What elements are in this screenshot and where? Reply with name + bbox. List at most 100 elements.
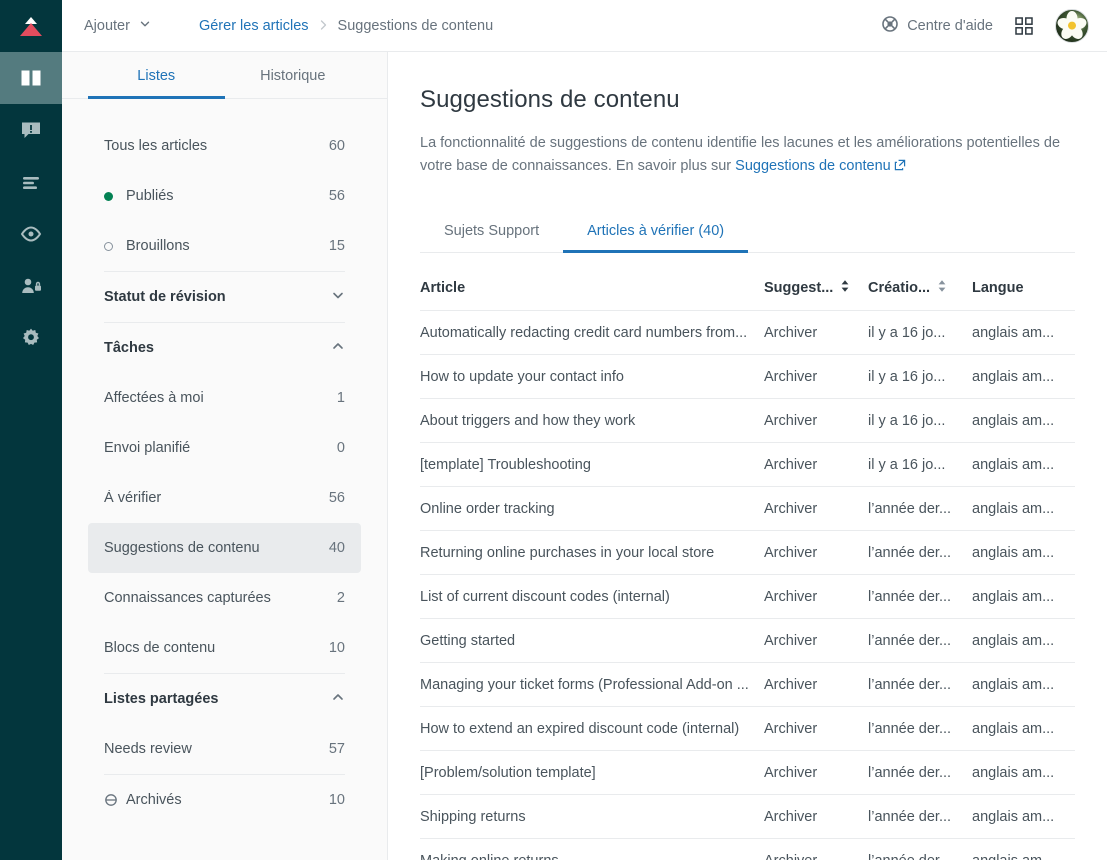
- rail-item-permissions[interactable]: [0, 260, 62, 312]
- table-row[interactable]: Making online returnsArchiverl’année der…: [420, 838, 1075, 860]
- table-row[interactable]: List of current discount codes (internal…: [420, 574, 1075, 619]
- list-item-tous-les-articles[interactable]: Tous les articles 60: [88, 121, 361, 171]
- list-item-connaissances-captur-es[interactable]: Connaissances capturées 2: [88, 573, 361, 623]
- article-title-cell[interactable]: [template] Troubleshooting: [420, 442, 764, 487]
- table-row[interactable]: About triggers and how they work Archiver…: [420, 398, 1075, 443]
- language-cell: anglais am...: [972, 442, 1075, 487]
- lists-tab-listes[interactable]: Listes: [88, 52, 225, 99]
- top-bar: Ajouter Gérer les articles Suggestions d…: [62, 0, 1107, 52]
- table-row[interactable]: Shipping returns Archiver l’année der... an…: [420, 794, 1075, 839]
- rail-item-announcements[interactable]: [0, 104, 62, 156]
- language-cell: anglais am...: [972, 794, 1075, 839]
- learn-more-link[interactable]: Suggestions de contenu: [735, 158, 891, 174]
- article-title-cell[interactable]: About triggers and how they work: [420, 398, 764, 443]
- rail-item-settings[interactable]: [0, 312, 62, 364]
- table-header-cr-atio-[interactable]: Créatio...: [868, 265, 972, 311]
- table-row[interactable]: Online order tracking Archiver l’année der…: [420, 486, 1075, 531]
- language-cell: anglais am...: [972, 574, 1075, 619]
- list-item-suggestions-de-contenu[interactable]: Suggestions de contenu 40: [88, 523, 361, 573]
- table-row[interactable]: [Problem/solution template] Archiver l’ann…: [420, 750, 1075, 795]
- suggestion-cell: Archiver: [764, 662, 868, 707]
- creation-date-cell: l’année der...: [868, 486, 972, 531]
- language-cell: anglais am...: [972, 530, 1075, 575]
- table-header-langue: Langue: [972, 265, 1075, 311]
- list-item-brouillons[interactable]: Brouillons 15: [88, 221, 361, 271]
- user-lock-icon: [19, 274, 43, 298]
- grid-apps-icon[interactable]: [1015, 16, 1033, 35]
- list-item-archiv-s[interactable]: Archivés 10: [88, 775, 361, 825]
- list-section-label: Statut de révision: [104, 289, 226, 305]
- content-tab-sujets-support[interactable]: Sujets Support: [420, 213, 563, 253]
- list-item-label: Suggestions de contenu: [104, 540, 260, 556]
- rail-item-guide-admin[interactable]: [0, 52, 62, 104]
- external-link-icon: [894, 156, 906, 179]
- product-nav-rail: [0, 0, 62, 860]
- articles-table: Article Suggest... Créatio... Langue Automa…: [420, 265, 1075, 860]
- table-row[interactable]: Managing your ticket forms (Professional…: [420, 662, 1075, 707]
- article-title-cell[interactable]: Returning online purchases in your local…: [420, 530, 764, 575]
- article-title-cell[interactable]: How to extend an expired discount code (…: [420, 706, 764, 751]
- article-title-cell[interactable]: Getting started: [420, 618, 764, 663]
- suggestion-cell: Archiver: [764, 530, 868, 575]
- table-row[interactable]: Returning online purchases in your local…: [420, 530, 1075, 575]
- user-avatar[interactable]: [1055, 8, 1089, 43]
- creation-date-cell: l’année der...: [868, 706, 972, 751]
- article-title-cell[interactable]: Shipping returns: [420, 794, 764, 839]
- list-section-t-ches[interactable]: Tâches: [88, 323, 361, 373]
- add-menu-label: Ajouter: [84, 17, 130, 34]
- article-title-cell[interactable]: List of current discount codes (internal…: [420, 574, 764, 619]
- language-cell: anglais am...: [972, 838, 1075, 860]
- list-item-envoi-planifi-[interactable]: Envoi planifié 0: [88, 423, 361, 473]
- list-item-count: 0: [336, 440, 345, 456]
- suggestion-cell: Archiver: [764, 486, 868, 531]
- article-title-cell[interactable]: Online order tracking: [420, 486, 764, 531]
- creation-date-cell: l’année der...: [868, 618, 972, 663]
- table-row[interactable]: How to extend an expired discount code (…: [420, 706, 1075, 751]
- content-tab-articles-v-rifier-40-[interactable]: Articles à vérifier (40): [563, 213, 749, 253]
- language-cell: anglais am...: [972, 354, 1075, 399]
- list-item-label: Brouillons: [126, 238, 190, 254]
- suggestion-cell: Archiver: [764, 750, 868, 795]
- add-menu-button[interactable]: Ajouter: [80, 14, 155, 38]
- zendesk-logo[interactable]: [0, 0, 62, 52]
- article-title-cell[interactable]: Managing your ticket forms (Professional…: [420, 662, 764, 707]
- list-item-publi-s[interactable]: Publiés 56: [88, 171, 361, 221]
- chevron-down-icon: [139, 18, 151, 34]
- help-center-link[interactable]: Centre d'aide: [882, 15, 993, 36]
- table-row[interactable]: Automatically redacting credit card numb…: [420, 310, 1075, 355]
- list-item-count: 57: [328, 741, 345, 757]
- list-item-affect-es-moi[interactable]: Affectées à moi 1: [88, 373, 361, 423]
- list-item-count: 2: [336, 590, 345, 606]
- article-title-cell[interactable]: Making online returns: [420, 838, 764, 860]
- article-list-icon: [19, 170, 43, 194]
- help-center-label: Centre d'aide: [907, 17, 993, 34]
- table-header-suggest-[interactable]: Suggest...: [764, 265, 868, 311]
- article-title-cell[interactable]: Automatically redacting credit card numb…: [420, 310, 764, 355]
- table-header-label: Créatio...: [868, 280, 931, 296]
- language-cell: anglais am...: [972, 750, 1075, 795]
- list-item-count: 56: [328, 490, 345, 506]
- chevron-up-icon: [331, 690, 345, 708]
- list-item-label: Affectées à moi: [104, 390, 204, 406]
- breadcrumb-parent-link[interactable]: Gérer les articles: [199, 18, 309, 34]
- table-row[interactable]: How to update your contact info Archiver i…: [420, 354, 1075, 399]
- list-item-blocs-de-contenu[interactable]: Blocs de contenu 10: [88, 623, 361, 673]
- language-cell: anglais am...: [972, 486, 1075, 531]
- article-title-cell[interactable]: [Problem/solution template]: [420, 750, 764, 795]
- creation-date-cell: l’année der...: [868, 750, 972, 795]
- list-section-listes-partag-es[interactable]: Listes partagées: [88, 674, 361, 724]
- lists-tab-historique[interactable]: Historique: [225, 52, 362, 99]
- list-item-count: 10: [328, 640, 345, 656]
- rail-item-arrange-content[interactable]: [0, 156, 62, 208]
- table-row[interactable]: Getting started Archiver l’année der... ang…: [420, 618, 1075, 663]
- rail-item-preview[interactable]: [0, 208, 62, 260]
- list-section-statut-de-r-vision[interactable]: Statut de révision: [88, 272, 361, 322]
- list-section-label: Listes partagées: [104, 691, 219, 707]
- archive-icon: [104, 793, 126, 807]
- list-item--v-rifier[interactable]: À vérifier 56: [88, 473, 361, 523]
- table-row[interactable]: [template] Troubleshooting Archiver il y a…: [420, 442, 1075, 487]
- article-title-cell[interactable]: How to update your contact info: [420, 354, 764, 399]
- list-item-count: 56: [328, 188, 345, 204]
- list-item-needs-review[interactable]: Needs review 57: [88, 724, 361, 774]
- sort-arrows-icon: [840, 279, 850, 297]
